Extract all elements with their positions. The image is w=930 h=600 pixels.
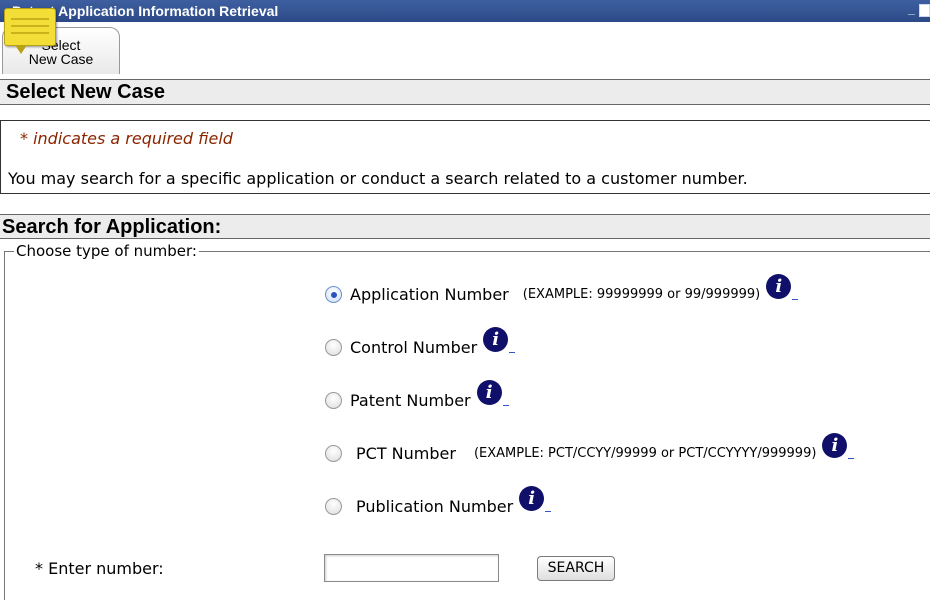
radio-control-number[interactable] xyxy=(325,339,342,356)
option-label: Application Number xyxy=(350,285,509,304)
info-box: * indicates a required field You may sea… xyxy=(0,120,930,194)
option-application-number[interactable]: Application Number (EXAMPLE: 99999999 or… xyxy=(325,274,799,307)
sticky-note-line xyxy=(11,32,49,34)
option-label: Control Number xyxy=(350,338,478,357)
option-label: PCT Number xyxy=(356,444,456,463)
info-icon[interactable]: i xyxy=(476,380,502,405)
fieldset-legend: Choose type of number: xyxy=(14,242,199,260)
maximize-icon[interactable] xyxy=(919,4,930,17)
sticky-note-icon[interactable] xyxy=(4,8,56,54)
option-patent-number[interactable]: Patent Number i xyxy=(325,380,509,413)
number-input[interactable] xyxy=(324,554,499,582)
tab-label-line2: New Case xyxy=(28,51,94,67)
search-button[interactable]: SEARCH xyxy=(537,556,615,581)
info-link[interactable] xyxy=(848,447,855,459)
radio-publication-number[interactable] xyxy=(325,498,342,515)
radio-patent-number[interactable] xyxy=(325,392,342,409)
info-icon[interactable]: i xyxy=(766,274,792,299)
info-icon[interactable]: i xyxy=(519,486,545,511)
info-link[interactable] xyxy=(792,288,799,300)
info-link[interactable] xyxy=(502,394,509,406)
option-example: (EXAMPLE: 99999999 or 99/999999) xyxy=(522,287,761,302)
option-control-number[interactable]: Control Number i xyxy=(325,327,516,360)
info-link[interactable] xyxy=(545,500,552,512)
option-example: (EXAMPLE: PCT/CCYY/99999 or PCT/CCYYYY/9… xyxy=(473,446,817,461)
option-label: Patent Number xyxy=(350,391,471,410)
minimize-icon[interactable]: _ xyxy=(908,3,917,17)
enter-number-label: * Enter number: xyxy=(35,559,164,578)
intro-text: You may search for a specific applicatio… xyxy=(8,169,748,188)
section-heading-select-new-case: Select New Case xyxy=(0,79,930,105)
option-pct-number[interactable]: PCT Number (EXAMPLE: PCT/CCYY/99999 or P… xyxy=(325,433,855,466)
required-field-note: * indicates a required field xyxy=(20,129,233,148)
radio-pct-number[interactable] xyxy=(325,445,342,462)
section-heading-search-application: Search for Application: xyxy=(0,214,930,239)
option-label: Publication Number xyxy=(356,497,514,516)
sticky-note-line xyxy=(11,25,49,27)
info-link[interactable] xyxy=(509,341,516,353)
window-titlebar: Patent Application Information Retrieval… xyxy=(0,0,930,22)
sticky-note-line xyxy=(11,18,49,20)
window-controls: _ xyxy=(908,3,930,17)
info-icon[interactable]: i xyxy=(822,433,848,458)
radio-application-number[interactable] xyxy=(325,286,342,303)
option-publication-number[interactable]: Publication Number i xyxy=(325,486,552,519)
info-icon[interactable]: i xyxy=(483,327,509,352)
